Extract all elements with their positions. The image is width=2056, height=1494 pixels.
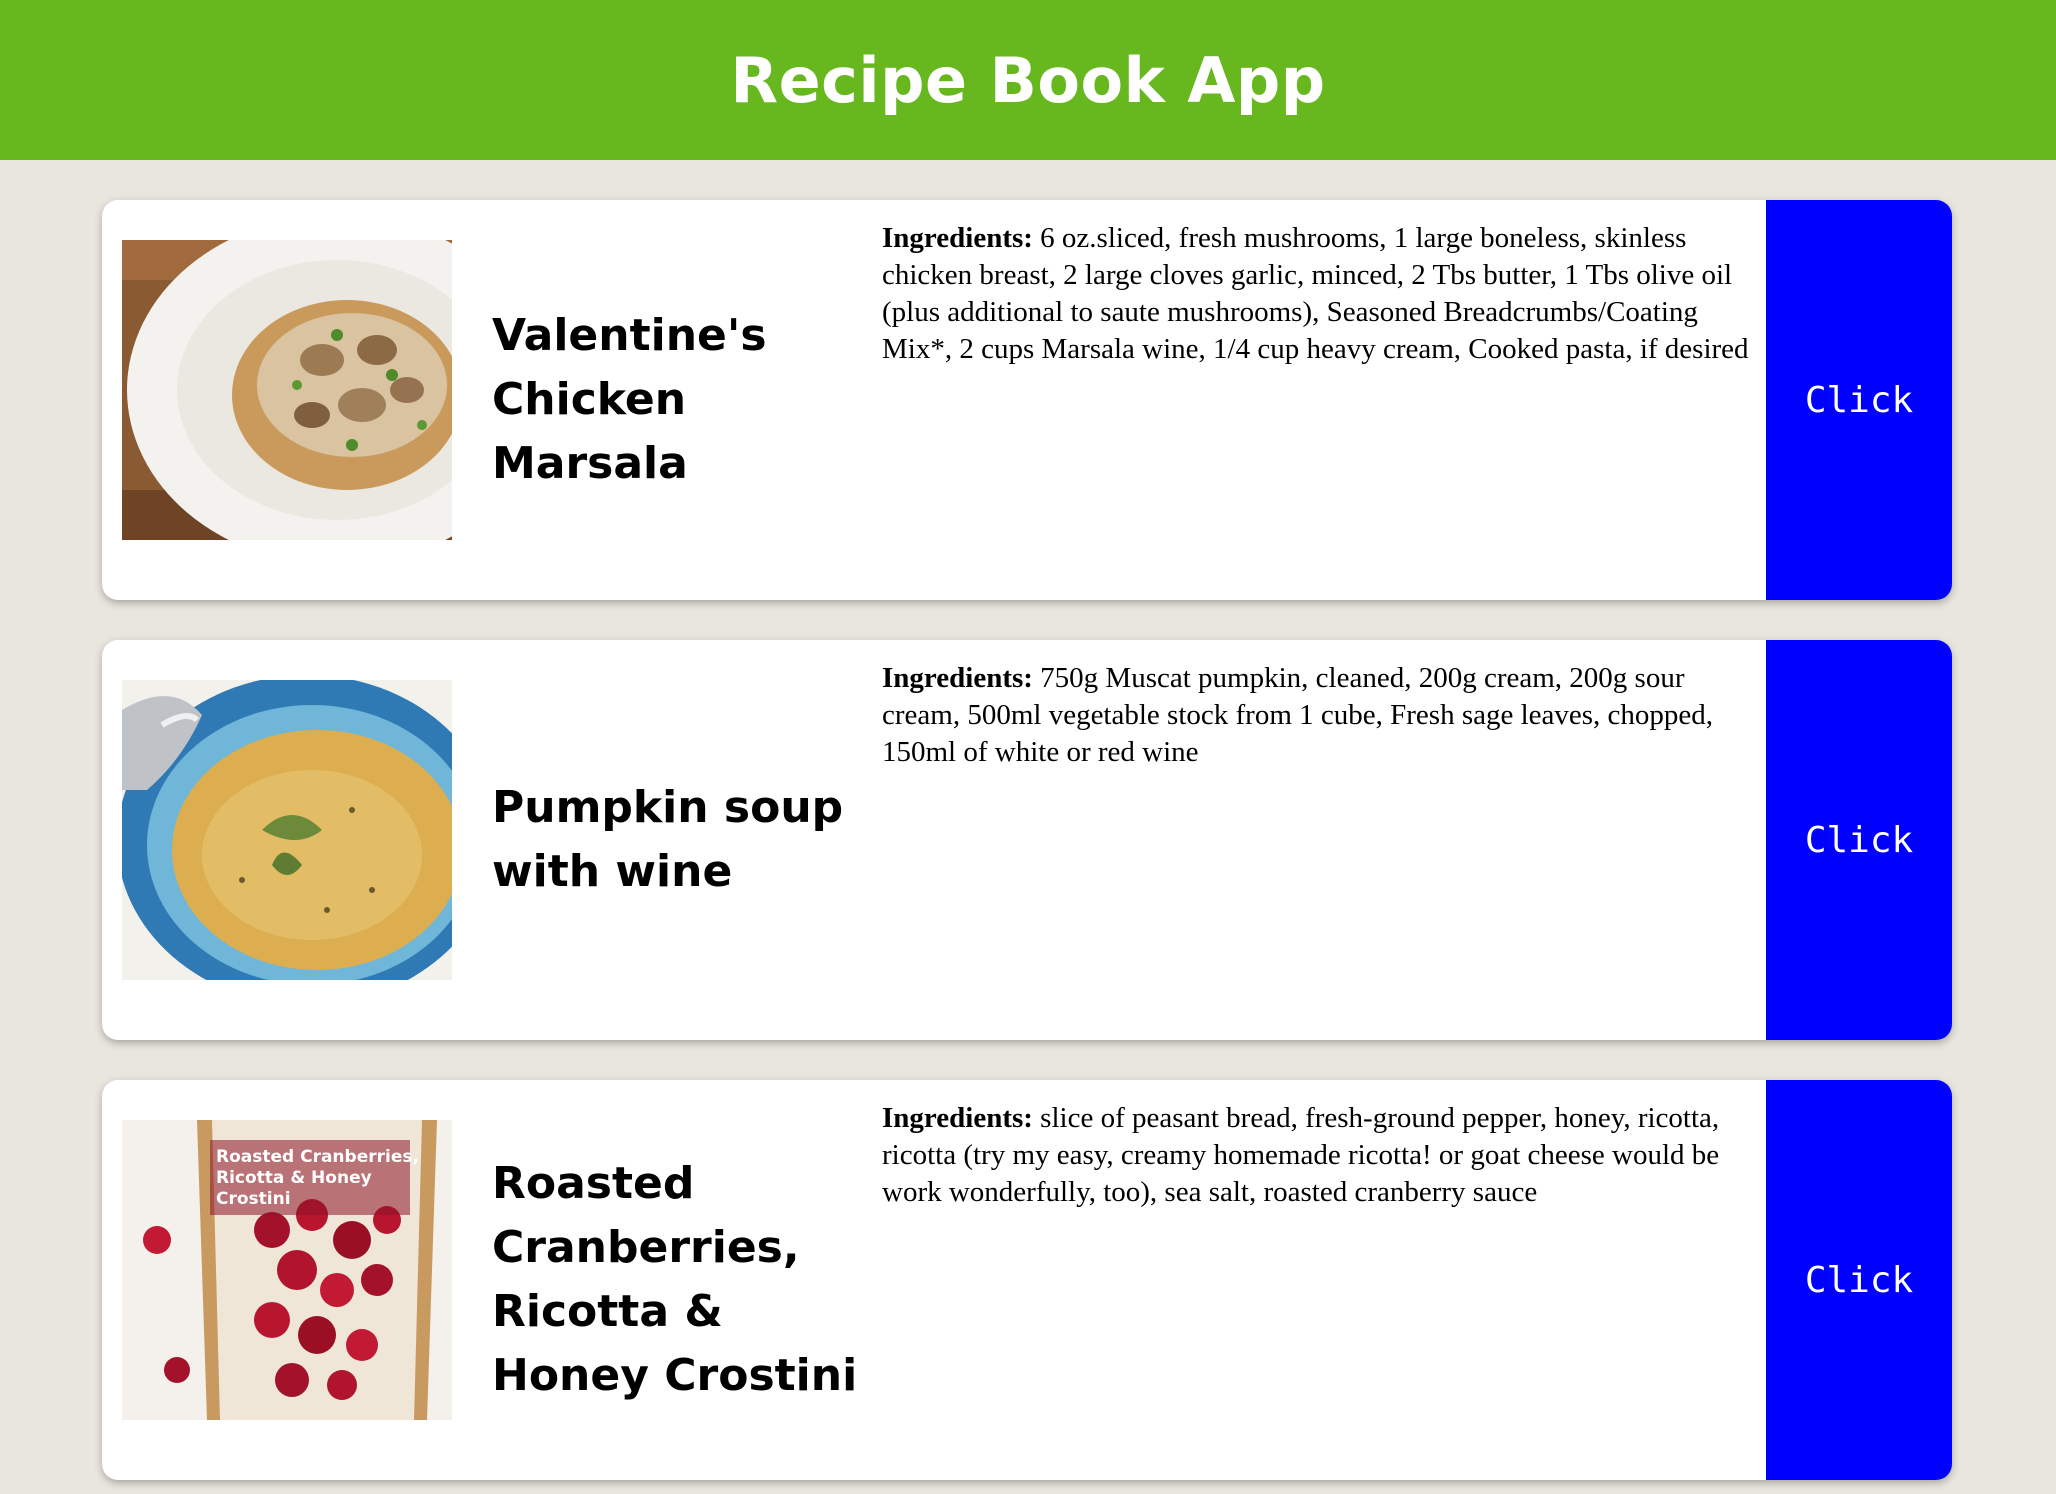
recipe-title-line: Honey Crostini xyxy=(492,1350,858,1401)
recipe-title: Pumpkin soup with wine xyxy=(492,776,843,904)
image-caption-line: Crostini xyxy=(216,1189,291,1209)
recipe-title: Roasted Cranberries, Ricotta & Honey Crosti… xyxy=(492,1152,857,1408)
recipe-title: Valentine's Chicken Marsala xyxy=(492,304,767,496)
app-header: Recipe Book App xyxy=(0,0,2056,160)
ingredients-label: Ingredients: xyxy=(882,222,1033,254)
recipe-title-line: Roasted xyxy=(492,1158,695,1209)
ingredients-text: Ingredients: 6 oz.sliced, fresh mushroom… xyxy=(882,220,1767,368)
chicken-marsala-photo xyxy=(122,240,452,540)
page-title: Recipe Book App xyxy=(730,43,1326,117)
cranberry-crostini-photo: Roasted Cranberries, Ricotta & Honey Cro… xyxy=(122,1120,452,1420)
click-button[interactable]: Click xyxy=(1766,200,1952,600)
click-button[interactable]: Click xyxy=(1766,640,1952,1040)
click-button[interactable]: Click xyxy=(1766,1080,1952,1480)
recipe-title-line: Marsala xyxy=(492,438,688,489)
recipe-card: Roasted Cranberries, Ricotta & Honey Cro… xyxy=(102,1080,1952,1480)
ingredients-text: Ingredients: slice of peasant bread, fre… xyxy=(882,1100,1767,1211)
recipe-title-line: Chicken xyxy=(492,374,687,425)
recipe-title-line: Ricotta & xyxy=(492,1286,723,1337)
recipe-title-line: with wine xyxy=(492,846,733,897)
pumpkin-soup-photo xyxy=(122,680,452,980)
ingredients-label: Ingredients: xyxy=(882,1102,1033,1134)
ingredients-text: Ingredients: 750g Muscat pumpkin, cleane… xyxy=(882,660,1767,771)
image-caption-line: Ricotta & Honey xyxy=(216,1168,372,1188)
recipe-card: Pumpkin soup with wine Ingredients: 750g … xyxy=(102,640,1952,1040)
ingredients-label: Ingredients: xyxy=(882,662,1033,694)
recipe-card: Valentine's Chicken Marsala Ingredients: 6… xyxy=(102,200,1952,600)
recipe-title-line: Valentine's xyxy=(492,310,767,361)
image-caption-line: Roasted Cranberries, xyxy=(216,1147,419,1167)
recipe-title-line: Pumpkin soup xyxy=(492,782,844,833)
recipe-title-line: Cranberries, xyxy=(492,1222,800,1273)
